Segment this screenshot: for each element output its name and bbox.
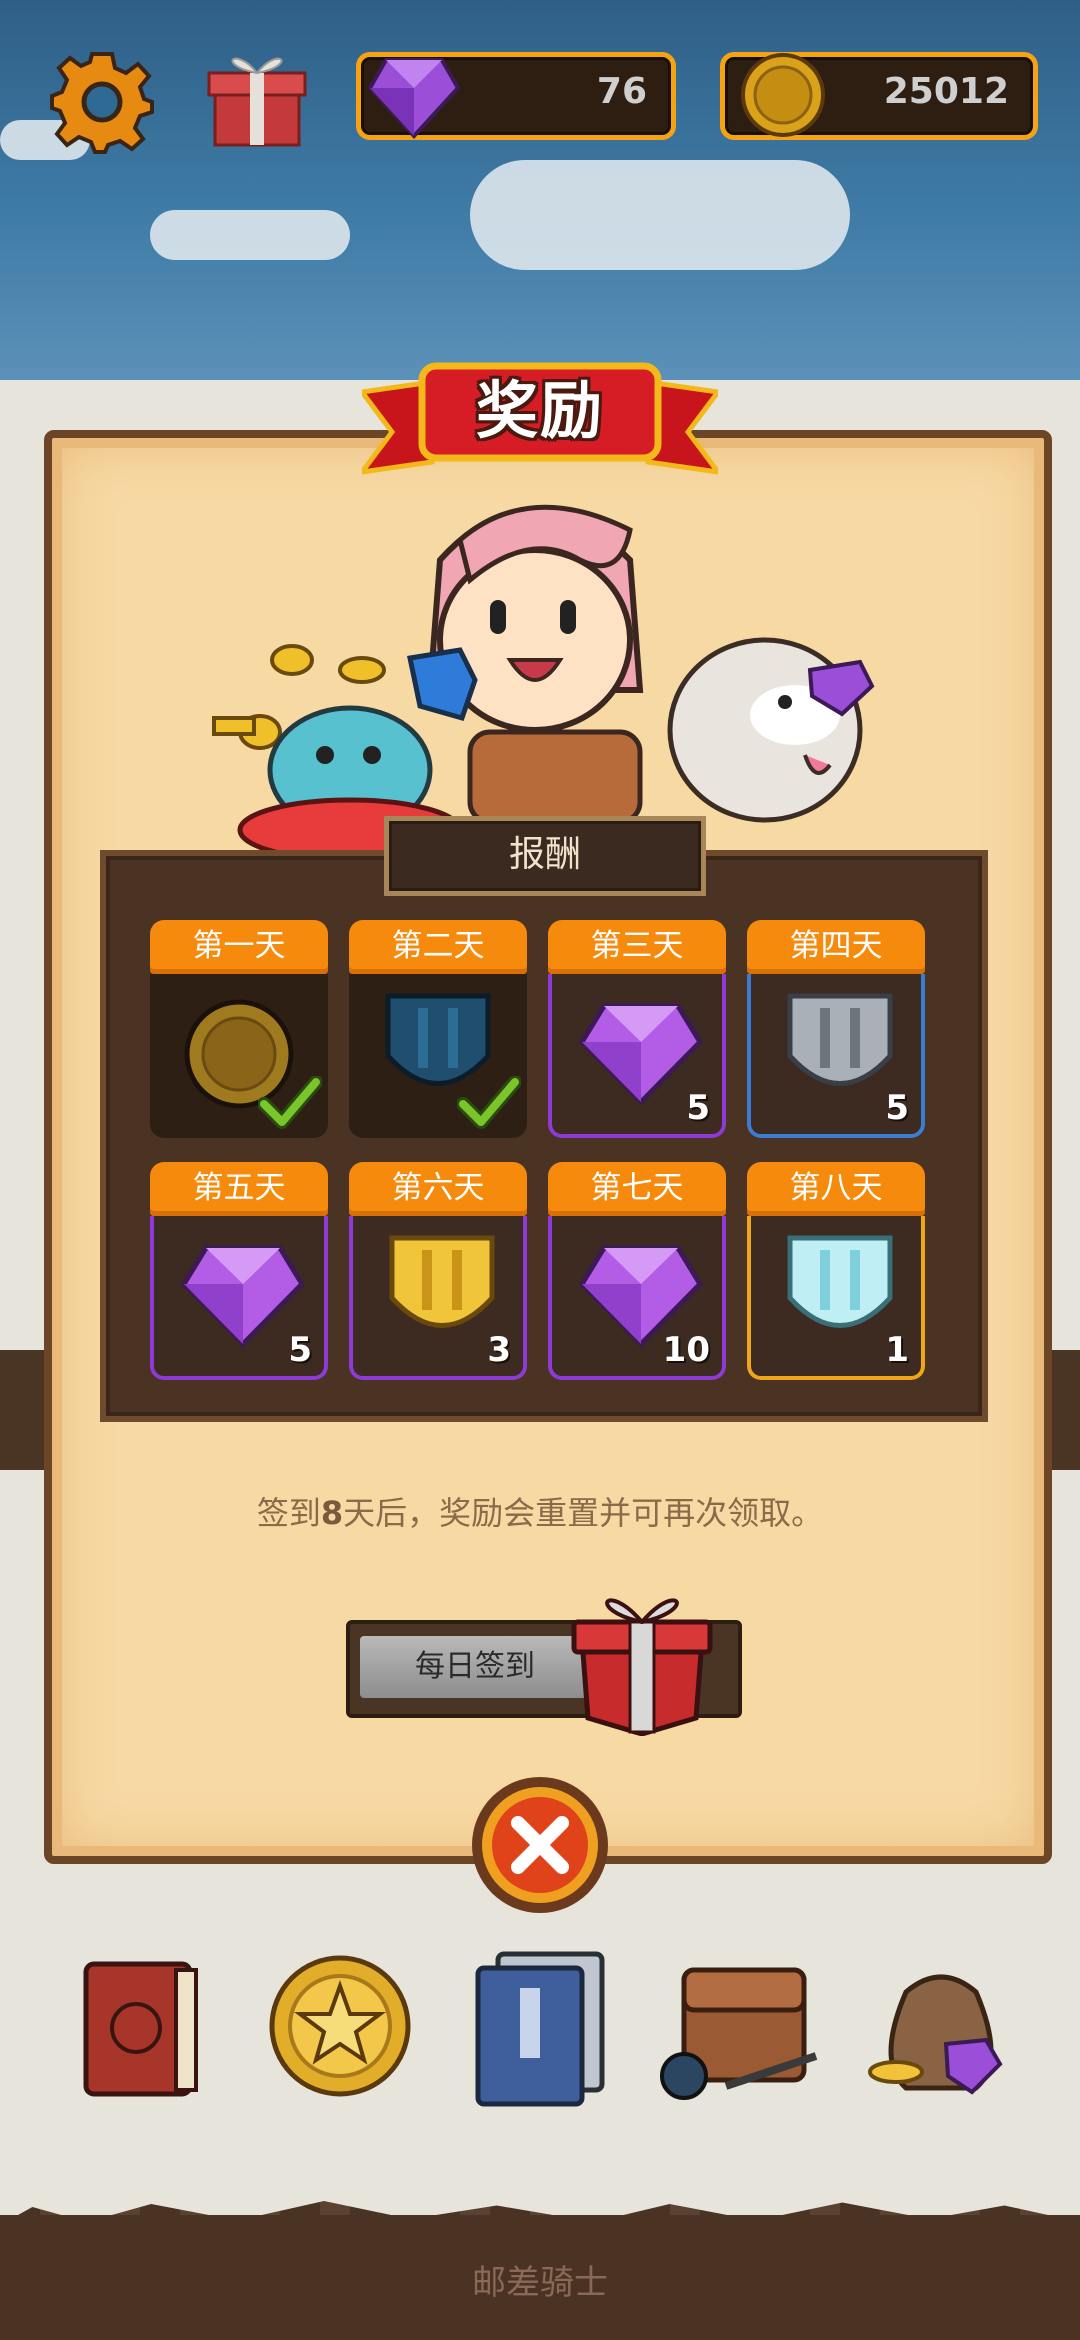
day-label: 第六天	[349, 1162, 527, 1216]
card-deck-icon[interactable]	[470, 1948, 610, 2112]
reward-quantity: 5	[288, 1330, 312, 1370]
day-reward-slot: 10	[548, 1216, 726, 1380]
day-reward-slot: 3	[349, 1216, 527, 1380]
gold-coin-icon	[738, 50, 828, 144]
quest-book-icon[interactable]	[76, 1946, 206, 2110]
app-name-label: 邮差骑士	[472, 2263, 608, 2303]
dialog-title: 奖励	[475, 374, 604, 447]
info-day-count: 8	[320, 1494, 344, 1532]
reward-day-7[interactable]: 第七天 10	[548, 1162, 726, 1380]
coin-count: 25012	[883, 71, 1009, 112]
inventory-bag-icon[interactable]	[656, 1946, 826, 2110]
purple-gem-icon	[366, 50, 462, 144]
gift-box-icon[interactable]	[205, 45, 309, 159]
day-reward-slot	[150, 974, 328, 1138]
reward-day-6[interactable]: 第六天 3	[349, 1162, 527, 1380]
day-label: 第一天	[150, 920, 328, 974]
day-label: 第三天	[548, 920, 726, 974]
reward-quantity: 5	[885, 1088, 909, 1128]
reward-day-3[interactable]: 第三天 5	[548, 920, 726, 1138]
treasure-sack-icon[interactable]	[866, 1952, 1016, 2106]
cloud	[470, 160, 850, 270]
silver-shield-icon	[787, 993, 893, 1086]
day-reward-slot: 5	[150, 1216, 328, 1380]
close-button[interactable]	[468, 1773, 612, 1917]
reward-day-1[interactable]: 第一天	[150, 920, 328, 1138]
reward-quantity: 1	[885, 1330, 909, 1370]
day-reward-slot: 5	[548, 974, 726, 1138]
claimed-check-icon	[457, 1076, 521, 1129]
day-label: 第二天	[349, 920, 527, 974]
reward-quantity: 3	[487, 1330, 511, 1370]
day-reward-slot: 5	[747, 974, 925, 1138]
reward-day-2[interactable]: 第二天	[349, 920, 527, 1138]
day-label: 第四天	[747, 920, 925, 974]
info-suffix: 天后，奖励会重置并可再次领取。	[343, 1494, 824, 1532]
reward-day-8[interactable]: 第八天 1	[747, 1162, 925, 1380]
ice-shield-icon	[787, 1235, 893, 1328]
reward-quantity: 5	[686, 1088, 710, 1128]
settings-gear-icon[interactable]	[50, 50, 154, 158]
reward-day-4[interactable]: 第四天 5	[747, 920, 925, 1138]
day-reward-slot	[349, 974, 527, 1138]
reset-info-text: 签到8天后，奖励会重置并可再次领取。	[44, 1488, 1036, 1534]
rewards-header: 报酬	[384, 816, 706, 896]
gem-count: 76	[596, 71, 647, 112]
day-label: 第八天	[747, 1162, 925, 1216]
day-label: 第七天	[548, 1162, 726, 1216]
star-coin-icon[interactable]	[266, 1952, 414, 2104]
day-label: 第五天	[150, 1162, 328, 1216]
checkin-button-label: 每日签到	[415, 1649, 535, 1684]
character-illustration	[200, 470, 880, 863]
gift-box-icon	[566, 1580, 718, 1740]
day-reward-slot: 1	[747, 1216, 925, 1380]
claimed-check-icon	[258, 1076, 322, 1129]
reward-quantity: 10	[662, 1330, 710, 1370]
cloud	[150, 210, 350, 260]
reward-day-5[interactable]: 第五天 5	[150, 1162, 328, 1380]
gold-shield-icon	[389, 1235, 495, 1328]
info-prefix: 签到	[256, 1494, 321, 1532]
